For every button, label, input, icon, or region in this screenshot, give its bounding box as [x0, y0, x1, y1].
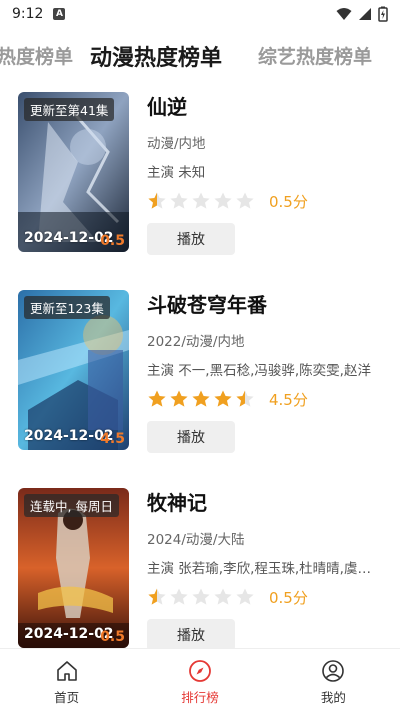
star-icon	[214, 192, 232, 209]
tab-tv-ranking[interactable]: 剧热度榜单	[0, 42, 73, 69]
star-icon	[148, 390, 166, 407]
item-title[interactable]: 仙逆	[147, 92, 387, 122]
star-icon	[192, 390, 210, 407]
bottom-nav: 首页 排行榜 我的	[0, 648, 400, 712]
poster-image[interactable]: 更新至第41集 2024-12-02 0.5	[18, 92, 129, 252]
star-icon	[236, 588, 254, 605]
star-icon	[148, 588, 166, 605]
star-icon	[148, 192, 166, 209]
rating-row: 4.5分	[147, 388, 387, 410]
nav-label: 我的	[320, 690, 346, 705]
rating-row: 0.5分	[147, 586, 387, 608]
star-icon	[170, 588, 188, 605]
item-title[interactable]: 斗破苍穹年番	[147, 290, 387, 320]
star-icon	[236, 390, 254, 407]
list-item[interactable]: 更新至第41集 2024-12-02 0.5 仙逆 动漫/内地 主演 未知 0.…	[0, 82, 400, 255]
star-icon	[214, 588, 232, 605]
star-icon	[192, 192, 210, 209]
category-tabs: 剧热度榜单 动漫热度榜单 综艺热度榜单	[0, 30, 400, 82]
rating-row: 0.5分	[147, 190, 387, 212]
play-button[interactable]: 播放	[147, 619, 235, 651]
nav-mine[interactable]: 我的	[267, 649, 400, 712]
wifi-icon	[336, 8, 352, 20]
star-icon	[192, 588, 210, 605]
item-meta: 动漫/内地	[147, 136, 206, 152]
nav-label: 排行榜	[181, 690, 219, 705]
battery-charging-icon	[378, 6, 388, 22]
star-rating	[147, 587, 255, 607]
play-button[interactable]: 播放	[147, 223, 235, 255]
signal-icon	[359, 8, 371, 20]
star-icon	[170, 192, 188, 209]
poster-score: 4.5	[100, 431, 125, 447]
poster-score: 0.5	[100, 233, 125, 249]
star-rating	[147, 389, 255, 409]
user-icon	[322, 660, 345, 682]
item-meta: 2022/动漫/内地	[147, 334, 245, 350]
star-icon	[236, 192, 254, 209]
list-item[interactable]: 更新至123集 2024-12-02 4.5 斗破苍穹年番 2022/动漫/内地…	[0, 280, 400, 453]
item-score: 4.5分	[269, 390, 308, 409]
list-item[interactable]: 连载中, 每周日 2024-12-02 0.5 牧神记 2024/动漫/大陆 主…	[0, 478, 400, 651]
compass-icon	[189, 660, 211, 682]
item-meta: 2024/动漫/大陆	[147, 532, 245, 548]
poster-badge: 更新至123集	[24, 296, 110, 319]
item-score: 0.5分	[269, 588, 308, 607]
item-cast: 主演 未知	[147, 165, 206, 181]
poster-badge: 更新至第41集	[24, 98, 115, 121]
nav-ranking[interactable]: 排行榜	[133, 649, 266, 712]
tab-anime-ranking[interactable]: 动漫热度榜单	[90, 40, 222, 72]
item-score: 0.5分	[269, 192, 308, 211]
poster-badge: 连载中, 每周日	[24, 494, 119, 517]
poster-image[interactable]: 更新至123集 2024-12-02 4.5	[18, 290, 129, 450]
home-icon	[56, 661, 77, 681]
status-bar: 9:12 A	[0, 0, 400, 28]
a-box-icon: A	[53, 8, 66, 20]
item-cast: 主演 张若瑜,李欣,程玉珠,杜晴晴,虞晓旭	[147, 561, 379, 577]
poster-score: 0.5	[100, 629, 125, 645]
play-button[interactable]: 播放	[147, 421, 235, 453]
status-time: 9:12	[12, 6, 44, 22]
nav-label: 首页	[54, 690, 80, 705]
item-title[interactable]: 牧神记	[147, 488, 387, 518]
nav-home[interactable]: 首页	[0, 649, 133, 712]
tab-variety-ranking[interactable]: 综艺热度榜单	[258, 42, 372, 69]
star-rating	[147, 191, 255, 211]
poster-image[interactable]: 连载中, 每周日 2024-12-02 0.5	[18, 488, 129, 648]
star-icon	[170, 390, 188, 407]
item-cast: 主演 不一,黑石稔,冯骏骅,陈奕雯,赵洋	[147, 363, 371, 379]
star-icon	[214, 390, 232, 407]
